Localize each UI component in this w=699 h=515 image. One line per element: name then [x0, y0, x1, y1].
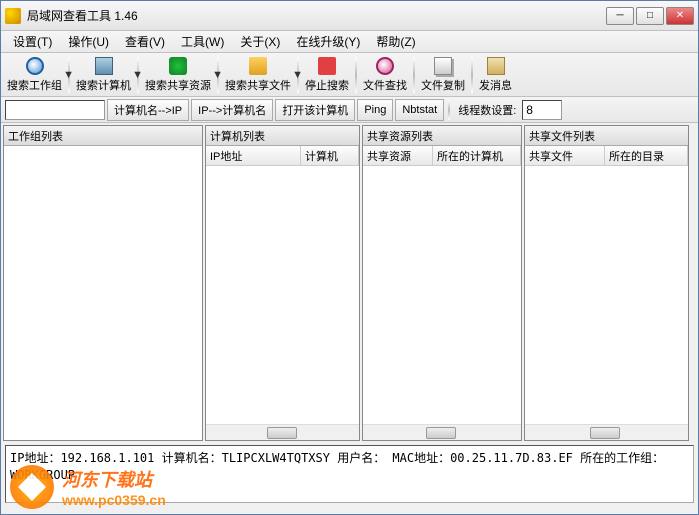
separator: [471, 57, 473, 93]
watermark-text: 河东下载站 www.pc0359.cn: [62, 466, 166, 508]
col-on-computer[interactable]: 所在的计算机: [433, 146, 521, 165]
thread-label: 线程数设置:: [454, 102, 520, 118]
tb-label: 搜索共享文件: [225, 77, 291, 93]
col-share[interactable]: 共享资源: [363, 146, 433, 165]
share-list[interactable]: 共享资源 所在的计算机: [363, 146, 521, 440]
list-header: 共享资源 所在的计算机: [363, 146, 521, 166]
menu-view[interactable]: 查看(V): [119, 31, 171, 52]
panel-title: 计算机列表: [206, 126, 359, 146]
watermark-site: 河东下载站: [62, 466, 166, 492]
watermark-url: www.pc0359.cn: [62, 492, 166, 508]
folder-icon: [249, 57, 267, 75]
menu-upgrade[interactable]: 在线升级(Y): [290, 31, 366, 52]
secondary-toolbar: 计算机名-->IP IP-->计算机名 打开该计算机 Ping Nbtstat …: [1, 97, 698, 123]
menu-about[interactable]: 关于(X): [234, 31, 286, 52]
panels-container: 工作组列表 计算机列表 IP地址 计算机 共享资源列表 共享资源 所在的计算机: [1, 123, 698, 443]
tb-label: 文件复制: [421, 77, 465, 93]
menu-tools[interactable]: 工具(W): [175, 31, 230, 52]
list-header: IP地址 计算机: [206, 146, 359, 166]
panel-title: 工作组列表: [4, 126, 202, 146]
app-window: 局域网查看工具 1.46 ─ □ ✕ 设置(T) 操作(U) 查看(V) 工具(…: [0, 0, 699, 515]
tb-label: 搜索工作组: [7, 77, 62, 93]
computer-list[interactable]: IP地址 计算机: [206, 146, 359, 440]
col-ip[interactable]: IP地址: [206, 146, 301, 165]
file-list[interactable]: 共享文件 所在的目录: [525, 146, 688, 440]
separator: [413, 57, 415, 93]
hscrollbar[interactable]: [206, 424, 359, 440]
panel-title: 共享文件列表: [525, 126, 688, 146]
col-dir[interactable]: 所在的目录: [605, 146, 688, 165]
stop-icon: [318, 57, 336, 75]
close-button[interactable]: ✕: [666, 7, 694, 25]
window-controls: ─ □ ✕: [606, 7, 694, 25]
window-title: 局域网查看工具 1.46: [27, 7, 606, 24]
main-toolbar: 搜索工作组 ▼ 搜索计算机 ▼ 搜索共享资源 ▼ 搜索共享文件 ▼ 停止搜索: [1, 53, 698, 97]
tb-label: 搜索共享资源: [145, 77, 211, 93]
workgroup-list[interactable]: [4, 146, 202, 440]
btn-nbtstat[interactable]: Nbtstat: [395, 99, 444, 121]
computer-icon: [95, 57, 113, 75]
minimize-button[interactable]: ─: [606, 7, 634, 25]
hscrollbar[interactable]: [525, 424, 688, 440]
col-computer[interactable]: 计算机: [301, 146, 359, 165]
find-icon: [376, 57, 394, 75]
app-icon: [5, 8, 21, 24]
btn-open-computer[interactable]: 打开该计算机: [275, 99, 355, 121]
separator: [355, 57, 357, 93]
computer-panel: 计算机列表 IP地址 计算机: [205, 125, 360, 441]
btn-ping[interactable]: Ping: [357, 99, 393, 121]
maximize-button[interactable]: □: [636, 7, 664, 25]
thread-input[interactable]: [522, 100, 562, 120]
menu-settings[interactable]: 设置(T): [7, 31, 58, 52]
btn-name-to-ip[interactable]: 计算机名-->IP: [107, 99, 189, 121]
separator: [448, 100, 450, 120]
workgroup-panel: 工作组列表: [3, 125, 203, 441]
tb-label: 搜索计算机: [76, 77, 131, 93]
share-resource-panel: 共享资源列表 共享资源 所在的计算机: [362, 125, 522, 441]
panel-title: 共享资源列表: [363, 126, 521, 146]
tb-search-computer[interactable]: 搜索计算机 ▼: [72, 55, 135, 95]
menu-operate[interactable]: 操作(U): [62, 31, 115, 52]
menu-help[interactable]: 帮助(Z): [370, 31, 421, 52]
tb-label: 文件查找: [363, 77, 407, 93]
scroll-thumb[interactable]: [426, 427, 456, 439]
titlebar[interactable]: 局域网查看工具 1.46 ─ □ ✕: [1, 1, 698, 31]
tb-search-workgroup[interactable]: 搜索工作组 ▼: [3, 55, 66, 95]
col-file[interactable]: 共享文件: [525, 146, 605, 165]
menubar: 设置(T) 操作(U) 查看(V) 工具(W) 关于(X) 在线升级(Y) 帮助…: [1, 31, 698, 53]
hscrollbar[interactable]: [363, 424, 521, 440]
share-icon: [169, 57, 187, 75]
list-header: 共享文件 所在的目录: [525, 146, 688, 166]
tb-file-find[interactable]: 文件查找: [359, 55, 411, 95]
tb-label: 停止搜索: [305, 77, 349, 93]
btn-ip-to-name[interactable]: IP-->计算机名: [191, 99, 273, 121]
tb-search-files[interactable]: 搜索共享文件 ▼: [221, 55, 295, 95]
tb-file-copy[interactable]: 文件复制: [417, 55, 469, 95]
watermark-logo-icon: [10, 465, 54, 509]
copy-icon: [434, 57, 452, 75]
share-file-panel: 共享文件列表 共享文件 所在的目录: [524, 125, 689, 441]
message-icon: [487, 57, 505, 75]
tb-stop-search[interactable]: 停止搜索: [301, 55, 353, 95]
watermark: 河东下载站 www.pc0359.cn: [10, 465, 166, 509]
tb-send-msg[interactable]: 发消息: [475, 55, 516, 95]
tb-search-share[interactable]: 搜索共享资源 ▼: [141, 55, 215, 95]
scroll-thumb[interactable]: [590, 427, 620, 439]
tb-label: 发消息: [479, 77, 512, 93]
scroll-thumb[interactable]: [267, 427, 297, 439]
host-input[interactable]: [5, 100, 105, 120]
search-icon: [26, 57, 44, 75]
